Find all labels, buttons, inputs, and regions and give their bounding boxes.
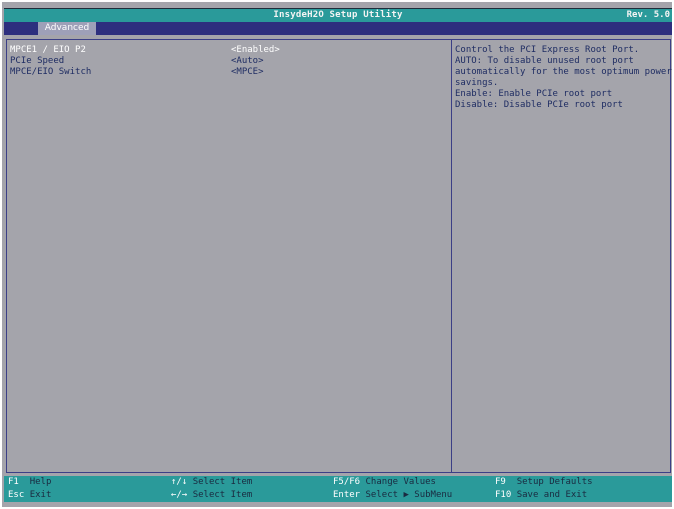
help-panel: Control the PCI Express Root Port. AUTO:… — [451, 39, 672, 473]
key-hint-change-values: F5/F6 Change Values — [333, 476, 436, 489]
key-label: Esc — [8, 490, 25, 500]
help-line: automatically for the most optimum power — [455, 67, 672, 77]
setting-row-pcie-speed[interactable]: PCIe Speed <Auto> — [10, 56, 440, 67]
settings-panel: MPCE1 / EIO P2 <Enabled> PCIe Speed <Aut… — [6, 39, 452, 473]
help-line: savings. — [455, 78, 499, 88]
help-line: Disable: Disable PCIe root port — [455, 100, 623, 110]
setting-label: MPCE1 / EIO P2 — [10, 45, 86, 55]
key-hint-select-item-updown: ↑/↓ Select Item — [171, 476, 252, 489]
help-line: Control the PCI Express Root Port. — [455, 45, 640, 55]
key-hint-help: F1 Help — [8, 476, 51, 489]
key-label: F1 — [8, 477, 19, 487]
key-description: Save and Exit — [516, 490, 588, 500]
setting-row-mpce1-eio-p2[interactable]: MPCE1 / EIO P2 <Enabled> — [10, 45, 440, 56]
key-label: F10 — [495, 490, 512, 500]
key-hint-submenu: Enter Select ▶ SubMenu — [333, 489, 452, 502]
tab-bar: Advanced — [4, 22, 672, 35]
key-description: Setup Defaults — [516, 477, 593, 487]
help-line: Enable: Enable PCIe root port — [455, 89, 613, 99]
key-hint-exit: Esc Exit — [8, 489, 51, 502]
key-description: Select Item — [192, 477, 253, 487]
revision-label: Rev. 5.0 — [626, 10, 670, 20]
key-description: Help — [29, 477, 52, 487]
key-label: F5/F6 — [333, 477, 361, 487]
setting-label: PCIe Speed — [10, 56, 65, 66]
key-label: Enter — [333, 490, 361, 500]
key-description: Select ▶ SubMenu — [365, 490, 453, 500]
key-label: F9 — [495, 477, 506, 487]
key-description: Select Item — [192, 490, 253, 500]
key-description: Exit — [29, 490, 52, 500]
key-label: ↑/↓ — [171, 477, 188, 487]
tab-advanced[interactable]: Advanced — [38, 22, 96, 35]
app-title: InsydeH2O Setup Utility — [273, 10, 403, 20]
title-bar: InsydeH2O Setup Utility Rev. 5.0 — [4, 8, 672, 22]
setting-row-mpce-eio-switch[interactable]: MPCE/EIO Switch <MPCE> — [10, 67, 440, 78]
key-legend-bar: F1 Help Esc Exit ↑/↓ Select Item ←/→ Sel… — [4, 476, 672, 502]
key-hint-setup-defaults: F9 Setup Defaults — [495, 476, 593, 489]
setting-value[interactable]: <Auto> — [231, 56, 264, 67]
bios-screen: InsydeH2O Setup Utility Rev. 5.0 Advance… — [2, 2, 672, 507]
key-label: ←/→ — [171, 490, 188, 500]
key-description: Change Values — [365, 477, 436, 487]
help-line: AUTO: To disable unused root port — [455, 56, 634, 66]
key-hint-select-item-leftright: ←/→ Select Item — [171, 489, 252, 502]
setting-value[interactable]: <MPCE> — [231, 67, 264, 78]
key-hint-save-exit: F10 Save and Exit — [495, 489, 587, 502]
setting-value[interactable]: <Enabled> — [231, 45, 280, 56]
setting-label: MPCE/EIO Switch — [10, 67, 92, 77]
